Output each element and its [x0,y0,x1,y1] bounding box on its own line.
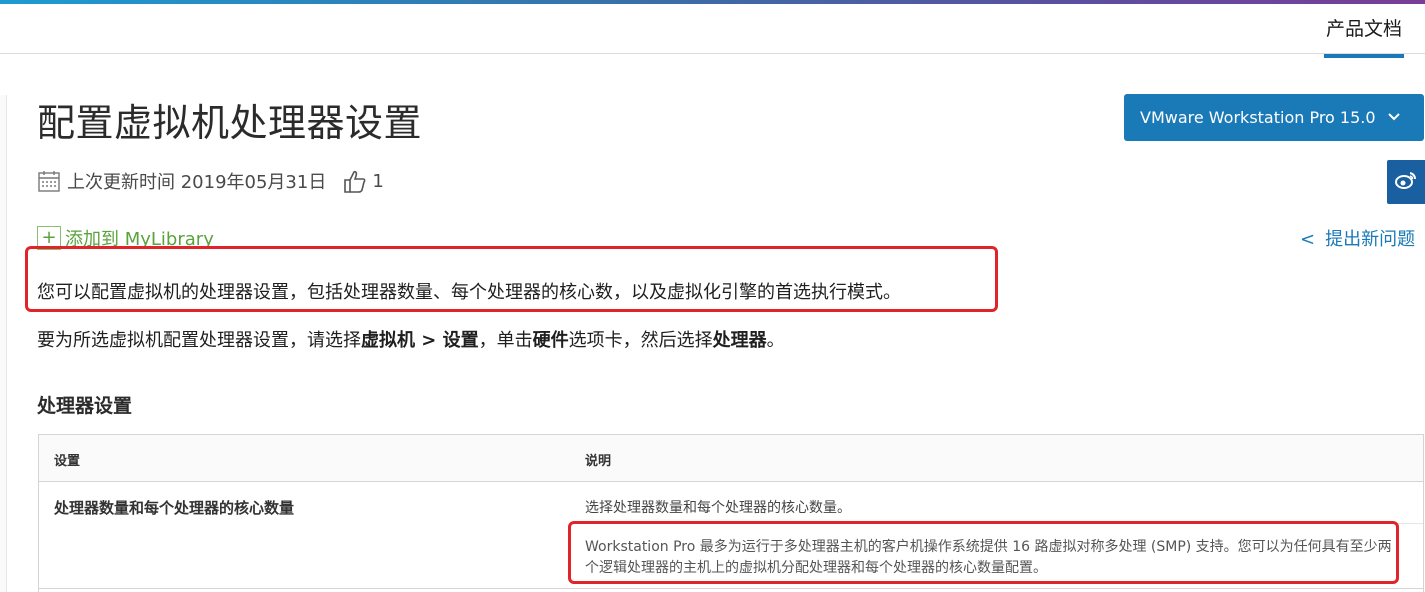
calendar-icon [37,169,61,193]
weibo-icon [1395,171,1417,193]
nav-product-docs[interactable]: 产品文档 [1318,14,1410,58]
section-title: 处理器设置 [37,395,133,417]
weibo-share-button[interactable] [1387,160,1425,204]
page-title: 配置虚拟机处理器设置 [37,101,423,145]
table-cell-setting: 处理器数量和每个处理器的核心数量 [54,499,295,517]
instr-text-3: 选项卡，然后选择 [568,330,713,351]
table-header-description: 说明 [585,454,612,469]
instructions-paragraph: 要为所选虚拟机配置处理器设置，请选择虚拟机 > 设置，单击硬件选项卡，然后选择处… [37,326,785,352]
version-label: VMware Workstation Pro 15.0 [1140,108,1376,127]
thumbs-up-icon[interactable] [342,168,368,194]
left-rail [0,95,7,592]
table-header-setting: 设置 [54,454,81,469]
instr-text-2: ，单击 [478,330,533,351]
table-header: 设置 说明 [39,435,1423,482]
instr-bold-vm-settings: 虚拟机 > 设置 [361,330,479,351]
instr-bold-processor: 处理器 [712,330,767,351]
nav-active-indicator [1324,54,1404,58]
instr-bold-hardware: 硬件 [532,330,569,351]
last-updated-text: 上次更新时间 2019年05月31日 [67,172,327,193]
site-header: 产品文档 [0,4,1425,54]
highlight-box-smp [568,521,1399,584]
like-count: 1 [372,170,384,192]
article-meta: 上次更新时间 2019年05月31日 1 [37,168,384,194]
chevron-down-icon [1387,110,1400,125]
highlight-box-intro [25,246,998,312]
version-selector-button[interactable]: VMware Workstation Pro 15.0 [1124,94,1424,141]
instr-text-1: 要为所选虚拟机配置处理器设置，请选择 [37,330,361,351]
row-divider [39,588,1423,589]
chevron-left-icon: < [1300,229,1316,250]
submit-new-issue-link[interactable]: < 提出新问题 [1300,225,1415,251]
feedback-label: 提出新问题 [1325,229,1416,250]
instr-text-4: 。 [766,330,785,351]
table-cell-description-1: 选择处理器数量和每个处理器的核心数量。 [585,500,851,516]
